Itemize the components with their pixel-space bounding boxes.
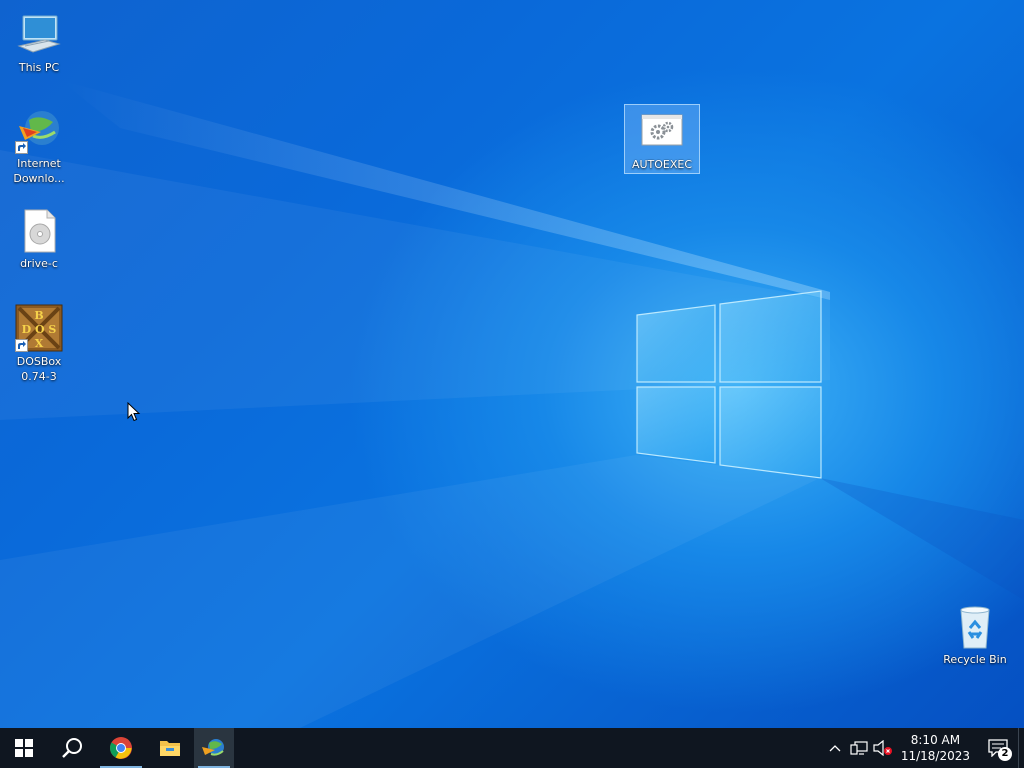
search-button[interactable] (48, 728, 96, 768)
wallpaper-light-beams (0, 80, 1024, 728)
svg-text:D O S: D O S (22, 323, 57, 336)
notification-count-badge: 2 (998, 747, 1012, 761)
search-icon (62, 738, 82, 758)
desktop-icon-label: This PC (18, 61, 60, 74)
desktop-icon-dosbox[interactable]: B D O S X DOSBox 0.74-3 (1, 302, 77, 384)
file-explorer-icon (160, 741, 180, 756)
desktop-icon-drive-c[interactable]: drive-c (1, 204, 77, 271)
this-pc-icon (15, 10, 63, 58)
desktop-icon-label: AUTOEXEC (631, 158, 693, 171)
desktop-icon-label: drive-c (20, 257, 58, 270)
shortcut-arrow-icon (15, 141, 28, 154)
show-desktop-button[interactable] (1018, 728, 1024, 768)
system-tray: 8:10 AM 11/18/2023 2 (823, 728, 1024, 768)
clock-date: 11/18/2023 (900, 749, 970, 763)
taskbar-chrome-button[interactable] (96, 728, 146, 768)
desktop-icon-autoexec[interactable]: AUTOEXEC (624, 104, 700, 174)
windows-start-icon (15, 739, 33, 757)
start-button[interactable] (0, 728, 48, 768)
dosbox-icon: B D O S X (15, 304, 63, 352)
desktop-icon-this-pc[interactable]: This PC (1, 8, 77, 75)
action-center-button[interactable]: 2 (978, 728, 1018, 768)
volume-button[interactable] (871, 728, 895, 768)
desktop-icon-label: Internet Downlo... (13, 157, 65, 185)
recycle-bin-icon (951, 602, 999, 650)
volume-muted-icon (873, 740, 892, 756)
internet-download-manager-icon (15, 106, 63, 154)
shortcut-arrow-icon (15, 339, 28, 352)
clock[interactable]: 8:10 AM 11/18/2023 (895, 732, 978, 764)
desktop[interactable]: This PC Internet Downlo... drive-c B D O… (0, 0, 1024, 728)
mouse-cursor-icon (127, 402, 141, 422)
taskbar-internet-download-manager-button[interactable] (194, 728, 234, 768)
taskbar: 8:10 AM 11/18/2023 2 (0, 728, 1024, 768)
show-hidden-icons-button[interactable] (823, 728, 847, 768)
disc-image-file-icon (15, 206, 63, 254)
clock-time: 8:10 AM (910, 733, 961, 747)
desktop-icon-internet-download-manager[interactable]: Internet Downlo... (1, 104, 77, 186)
desktop-icon-label: DOSBox 0.74-3 (16, 355, 62, 383)
network-button[interactable] (847, 728, 871, 768)
desktop-icon-recycle-bin[interactable]: Recycle Bin (937, 600, 1013, 667)
internet-download-manager-icon (202, 739, 224, 756)
batch-file-icon (638, 107, 686, 155)
network-icon (850, 741, 868, 755)
chrome-icon (110, 737, 132, 759)
taskbar-file-explorer-button[interactable] (146, 728, 194, 768)
chevron-up-icon (829, 745, 841, 752)
svg-text:B: B (34, 309, 43, 322)
desktop-icon-label: Recycle Bin (943, 653, 1007, 666)
svg-text:X: X (35, 337, 44, 350)
